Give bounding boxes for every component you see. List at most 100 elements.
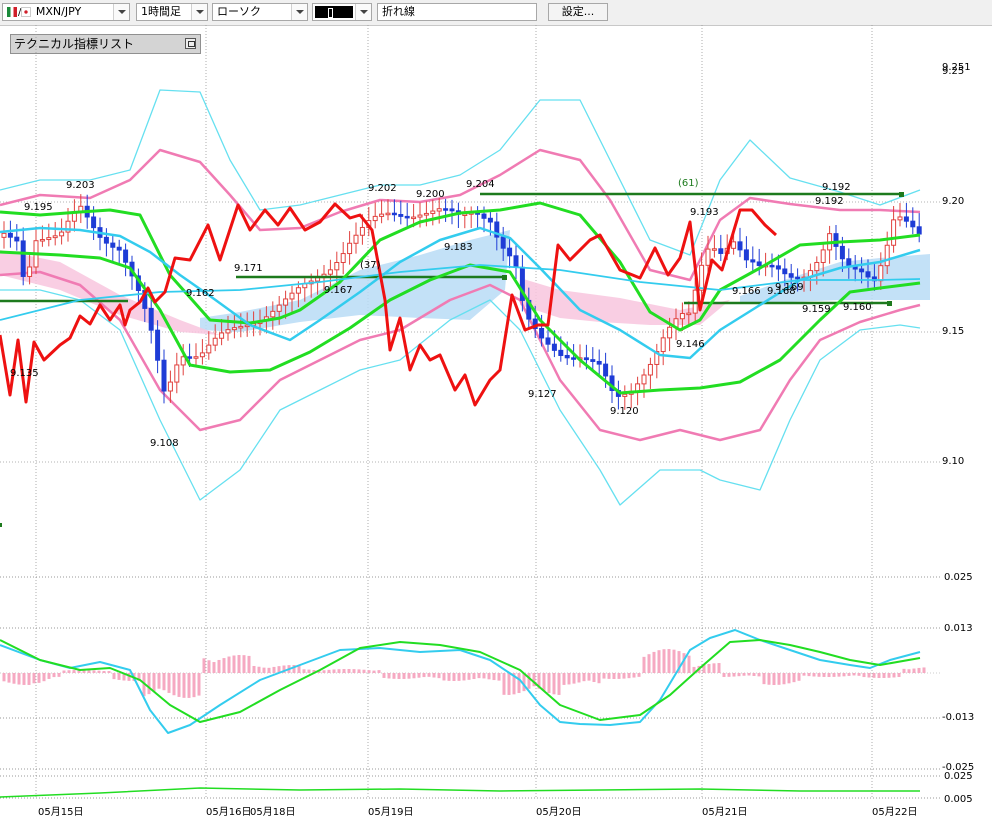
- candle-body: [417, 214, 423, 218]
- candle-body: [155, 329, 161, 361]
- macd-histogram-bar: [827, 673, 831, 677]
- timeframe-select[interactable]: 1時間足: [136, 3, 208, 21]
- candle-body: [571, 357, 577, 360]
- macd-histogram-bar: [912, 668, 916, 673]
- candle-body: [500, 236, 506, 249]
- macd-histogram-bar: [837, 673, 841, 677]
- macd-histogram-bar: [32, 673, 36, 684]
- macd-histogram-bar: [552, 673, 556, 695]
- x-tick-label: 05月21日: [702, 806, 747, 818]
- level-marker: [887, 301, 892, 306]
- price-annotation: 9.193: [690, 207, 719, 218]
- macd-histogram-bar: [187, 673, 191, 698]
- macd-histogram-bar: [112, 673, 116, 680]
- macd-histogram-bar: [392, 673, 396, 679]
- chevron-down-icon[interactable]: [191, 4, 207, 20]
- macd-histogram-bar: [637, 673, 641, 677]
- macd-histogram-bar: [452, 673, 456, 681]
- macd-histogram-bar: [12, 673, 16, 684]
- candle-body: [750, 259, 756, 263]
- price-annotation: 9.195: [24, 202, 53, 213]
- candle-body: [641, 374, 647, 385]
- candle-body: [193, 356, 199, 359]
- chevron-down-icon[interactable]: [113, 4, 129, 20]
- symbol-select[interactable]: / MXN/JPY: [2, 3, 130, 21]
- candle-body: [46, 237, 52, 241]
- macd-histogram-bar: [922, 667, 926, 673]
- macd-histogram-bar: [587, 673, 591, 681]
- level-marker: [899, 192, 904, 197]
- macd-histogram-bar: [582, 673, 586, 682]
- candle-body: [769, 264, 775, 268]
- line-type-field[interactable]: 折れ線: [377, 3, 537, 21]
- chevron-down-icon[interactable]: [355, 4, 371, 20]
- macd-histogram-bar: [27, 673, 31, 685]
- macd-histogram-bar: [52, 673, 56, 678]
- mexico-flag-icon: [7, 7, 17, 17]
- macd-histogram-bar: [437, 673, 441, 679]
- macd-histogram-bar: [357, 669, 361, 673]
- macd-histogram-bar: [227, 656, 231, 673]
- macd-histogram-bar: [152, 673, 156, 692]
- candle-body: [20, 240, 26, 277]
- candle-body: [289, 292, 295, 300]
- candle-body: [865, 271, 871, 278]
- candle-body: [110, 242, 116, 248]
- price-annotation: 9.202: [368, 183, 397, 194]
- macd-histogram-bar: [442, 673, 446, 681]
- macd-histogram-bar: [527, 673, 531, 689]
- macd-histogram-bar: [542, 673, 546, 692]
- candle-body: [878, 265, 884, 282]
- macd-histogram-bar: [787, 673, 791, 684]
- chevron-down-icon[interactable]: [291, 4, 307, 20]
- macd-histogram-bar: [387, 673, 391, 679]
- macd-histogram-bar: [382, 673, 386, 678]
- candle-body: [27, 266, 33, 277]
- candle-body: [622, 393, 628, 397]
- chart-style-select[interactable]: ローソク: [212, 3, 308, 21]
- macd-histogram-bar: [777, 673, 781, 685]
- price-annotation: 9.162: [186, 288, 215, 299]
- candle-body: [391, 212, 397, 216]
- macd-histogram-bar: [217, 659, 221, 673]
- candle-body: [238, 325, 244, 329]
- macd-histogram-bar: [57, 673, 61, 677]
- macd-histogram-bar: [872, 673, 876, 678]
- candle-body: [513, 255, 519, 268]
- candle-body: [206, 344, 212, 354]
- candle-body: [187, 356, 193, 359]
- candle-body: [436, 208, 442, 212]
- candle-body: [814, 261, 820, 272]
- macd-histogram-bar: [767, 673, 771, 685]
- candle-body: [833, 233, 839, 247]
- macd-histogram-bar: [867, 673, 871, 678]
- macd-histogram-bar: [427, 673, 431, 677]
- macd-histogram-bar: [752, 673, 756, 676]
- price-annotation: 9.171: [234, 263, 263, 274]
- macd-histogram-bar: [592, 673, 596, 682]
- line-color-select[interactable]: [312, 3, 372, 21]
- candle-body: [103, 236, 109, 244]
- settings-button[interactable]: 設定...: [548, 3, 608, 21]
- candle-body: [404, 215, 410, 219]
- candle-body: [334, 261, 340, 271]
- macd-histogram-bar: [117, 673, 121, 680]
- macd-tick-label: 0.013: [944, 623, 973, 634]
- macd-histogram-bar: [842, 673, 846, 677]
- sub-tick-label: 0.005: [944, 794, 973, 805]
- macd-histogram-bar: [252, 665, 256, 673]
- macd-histogram-bar: [477, 673, 481, 679]
- chart-style-label: ローソク: [217, 5, 261, 18]
- macd-histogram-bar: [407, 673, 411, 679]
- macd-histogram-bar: [42, 673, 46, 682]
- candle-body: [679, 313, 685, 320]
- candle-body: [231, 327, 237, 331]
- macd-histogram-bar: [847, 673, 851, 676]
- price-annotation: 9.200: [416, 189, 445, 200]
- candle-body: [603, 363, 609, 377]
- candle-body: [199, 352, 205, 358]
- macd-histogram-bar: [547, 673, 551, 693]
- candle-body: [225, 329, 231, 334]
- candle-body: [430, 210, 436, 214]
- macd-histogram-bar: [327, 669, 331, 673]
